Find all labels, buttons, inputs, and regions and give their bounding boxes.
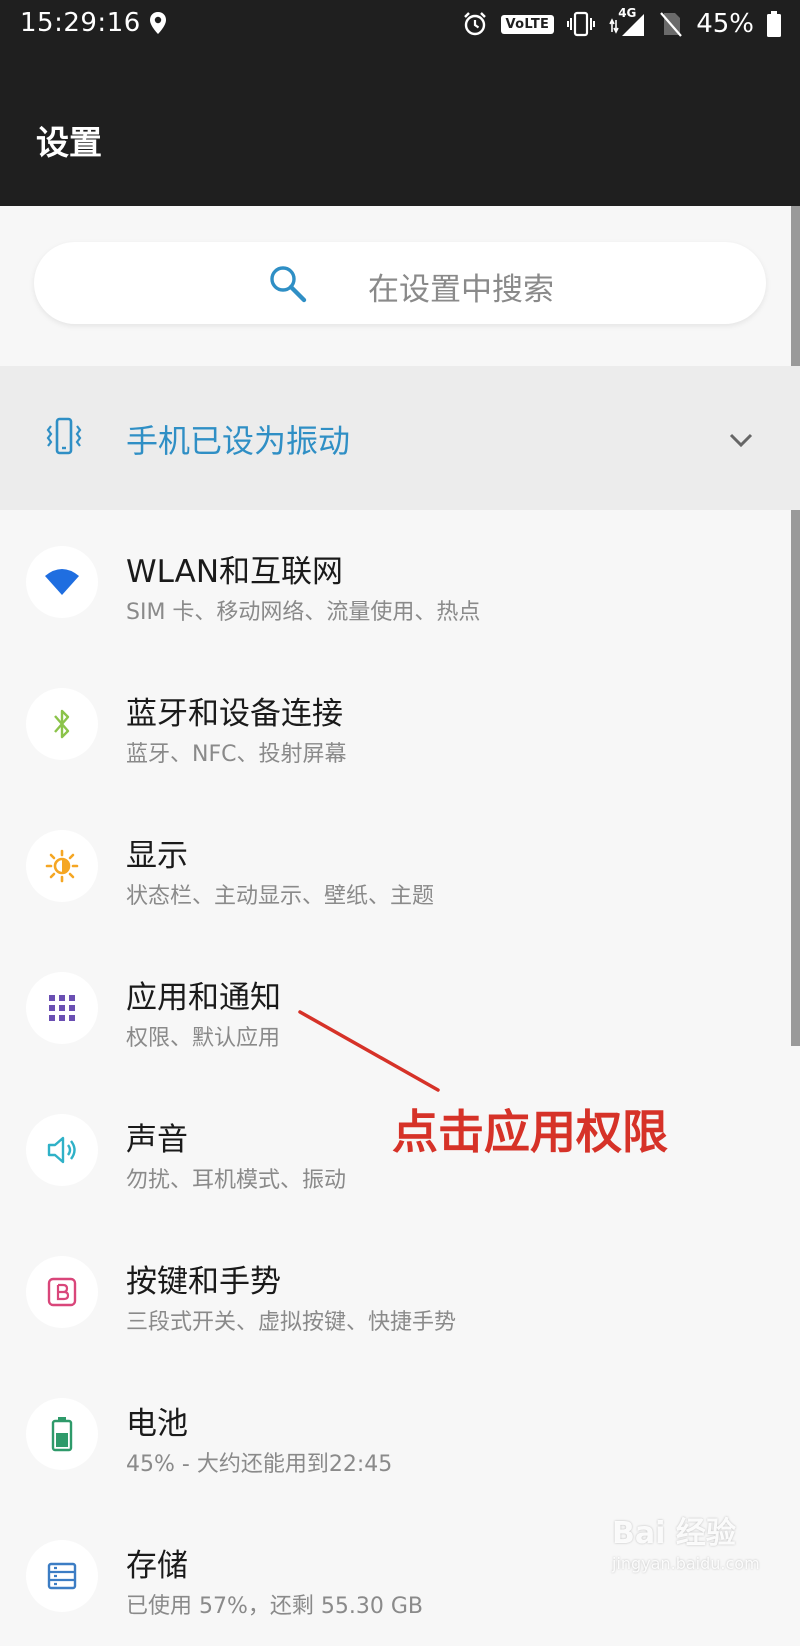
setting-subtitle: 已使用 57%，还剩 55.30 GB	[126, 1594, 424, 1619]
vibrate-icon	[46, 417, 82, 455]
apps-grid-icon	[49, 995, 75, 1021]
bluetooth-icon	[54, 709, 70, 739]
annotation-text: 点击应用权限	[392, 1105, 668, 1159]
storage-icon	[47, 1562, 77, 1590]
vibrate-mode-text: 手机已设为振动	[126, 422, 351, 460]
battery-icon	[767, 11, 781, 37]
setting-subtitle: 三段式开关、虚拟按键、快捷手势	[126, 1310, 457, 1335]
wifi-icon-container	[26, 546, 98, 618]
sound-icon	[47, 1136, 76, 1164]
buttons-gestures-icon	[47, 1277, 77, 1307]
search-icon	[270, 266, 307, 303]
chevron-down-icon[interactable]	[728, 430, 754, 450]
vibrate-mode-banner[interactable]: 手机已设为振动	[0, 366, 800, 510]
setting-title: 存储	[126, 1548, 188, 1584]
battery-icon-container	[26, 1398, 98, 1470]
baidu-jingyan-watermark: Bai 经验	[612, 1516, 736, 1551]
vibrate-icon	[567, 11, 596, 37]
setting-title: 蓝牙和设备连接	[126, 696, 343, 732]
alarm-icon	[463, 12, 486, 36]
setting-bluetooth[interactable]: 蓝牙和设备连接 蓝牙、NFC、投射屏幕	[0, 652, 800, 794]
volte-icon: VoLTE	[500, 14, 555, 34]
status-time: 15:29:16	[20, 8, 141, 38]
buttons-gestures-icon-container	[26, 1256, 98, 1328]
page-title: 设置	[36, 123, 102, 162]
setting-title: WLAN和互联网	[126, 554, 344, 590]
setting-display[interactable]: 显示 状态栏、主动显示、壁纸、主题	[0, 794, 800, 936]
wifi-icon	[45, 569, 79, 595]
battery-icon	[51, 1417, 73, 1452]
battery-percent: 45%	[696, 9, 754, 39]
no-sim-icon	[660, 12, 683, 37]
setting-subtitle: SIM 卡、移动网络、流量使用、热点	[126, 600, 481, 625]
setting-title: 电池	[126, 1406, 188, 1442]
search-placeholder: 在设置中搜索	[368, 272, 554, 308]
location-icon	[150, 12, 166, 34]
setting-apps-notifications[interactable]: 应用和通知 权限、默认应用	[0, 936, 800, 1078]
app-bar: 设置	[0, 48, 800, 206]
setting-title: 声音	[126, 1122, 188, 1158]
setting-battery[interactable]: 电池 45% - 大约还能用到22:45	[0, 1362, 800, 1504]
setting-subtitle: 勿扰、耳机模式、振动	[126, 1168, 347, 1193]
brightness-icon	[45, 849, 79, 883]
setting-title: 应用和通知	[126, 980, 281, 1016]
bluetooth-icon-container	[26, 688, 98, 760]
setting-wlan[interactable]: WLAN和互联网 SIM 卡、移动网络、流量使用、热点	[0, 510, 800, 652]
signal-icon: 4G	[608, 6, 646, 38]
baidu-jingyan-watermark-url: jingyan.baidu.com	[612, 1554, 760, 1573]
search-bar[interactable]: 在设置中搜索	[34, 242, 766, 324]
setting-subtitle: 45% - 大约还能用到22:45	[126, 1452, 393, 1477]
brightness-icon-container	[26, 830, 98, 902]
apps-grid-icon-container	[26, 972, 98, 1044]
setting-buttons-gestures[interactable]: 按键和手势 三段式开关、虚拟按键、快捷手势	[0, 1220, 800, 1362]
setting-subtitle: 权限、默认应用	[126, 1026, 281, 1051]
setting-title: 显示	[126, 838, 188, 874]
sound-icon-container	[26, 1114, 98, 1186]
status-bar: 15:29:16 VoLTE 4G 45%	[0, 0, 800, 48]
setting-subtitle: 蓝牙、NFC、投射屏幕	[126, 742, 347, 767]
setting-title: 按键和手势	[126, 1264, 281, 1300]
storage-icon-container	[26, 1540, 98, 1612]
setting-subtitle: 状态栏、主动显示、壁纸、主题	[126, 884, 435, 909]
status-icons: VoLTE 4G 45%	[461, 6, 782, 40]
